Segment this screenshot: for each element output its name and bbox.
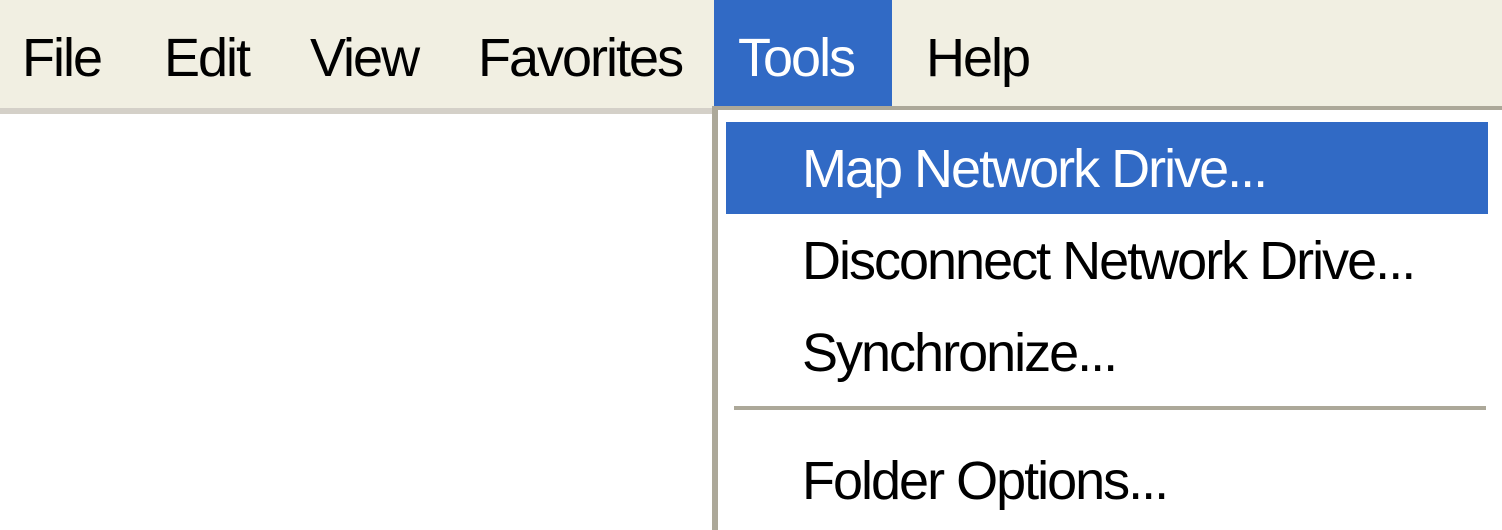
menu-tools[interactable]: Tools [714,0,892,106]
menu-item-synchronize[interactable]: Synchronize... [726,306,1488,398]
menu-favorites[interactable]: Favorites [470,0,690,108]
menu-file[interactable]: File [14,0,109,108]
menu-item-disconnect-network-drive[interactable]: Disconnect Network Drive... [726,214,1488,306]
menu-separator [734,406,1486,412]
menu-item-folder-options[interactable]: Folder Options... [726,434,1488,526]
menu-item-map-network-drive[interactable]: Map Network Drive... [726,122,1488,214]
menu-bar: File Edit View Favorites Tools Help [0,0,1502,114]
tools-dropdown-menu: Map Network Drive... Disconnect Network … [712,106,1502,530]
menu-edit[interactable]: Edit [156,0,257,108]
menu-help[interactable]: Help [918,0,1037,108]
menu-view[interactable]: View [302,0,426,108]
